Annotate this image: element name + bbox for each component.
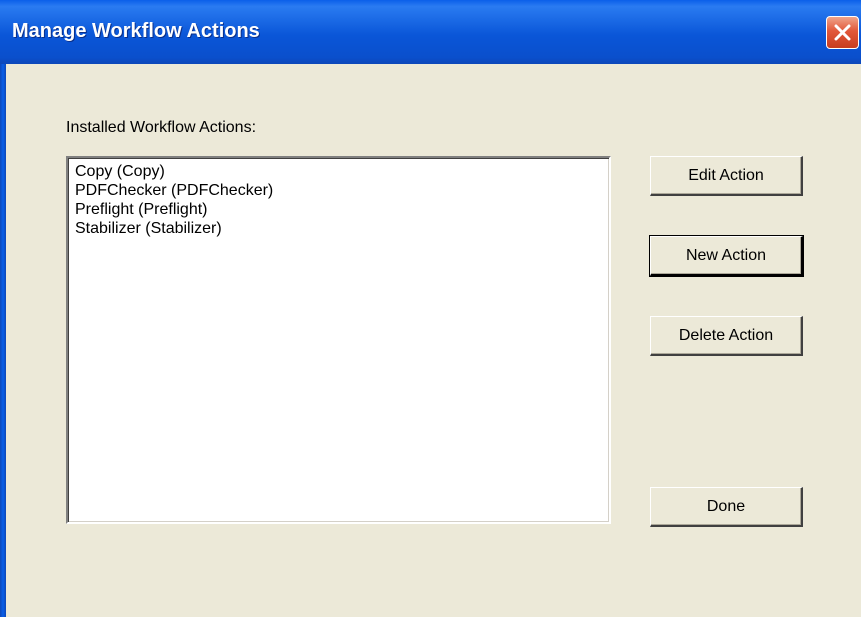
- list-item[interactable]: Copy (Copy): [68, 162, 609, 181]
- close-icon: [834, 24, 851, 41]
- list-item[interactable]: PDFChecker (PDFChecker): [68, 181, 609, 200]
- dialog-window: Manage Workflow Actions Installed Workfl…: [0, 0, 861, 617]
- window-frame-left: [0, 64, 6, 617]
- window-title: Manage Workflow Actions: [12, 20, 260, 42]
- edit-action-button[interactable]: Edit Action: [650, 156, 803, 196]
- list-item[interactable]: Stabilizer (Stabilizer): [68, 219, 609, 238]
- done-button[interactable]: Done: [650, 487, 803, 527]
- title-bar[interactable]: Manage Workflow Actions: [0, 0, 861, 64]
- list-items: Copy (Copy) PDFChecker (PDFChecker) Pref…: [68, 158, 609, 238]
- delete-action-button[interactable]: Delete Action: [650, 316, 803, 356]
- installed-actions-label: Installed Workflow Actions:: [66, 119, 257, 136]
- workflow-actions-listbox[interactable]: Copy (Copy) PDFChecker (PDFChecker) Pref…: [66, 156, 611, 524]
- new-action-button[interactable]: New Action: [649, 235, 804, 277]
- close-button[interactable]: [826, 16, 859, 49]
- list-item[interactable]: Preflight (Preflight): [68, 200, 609, 219]
